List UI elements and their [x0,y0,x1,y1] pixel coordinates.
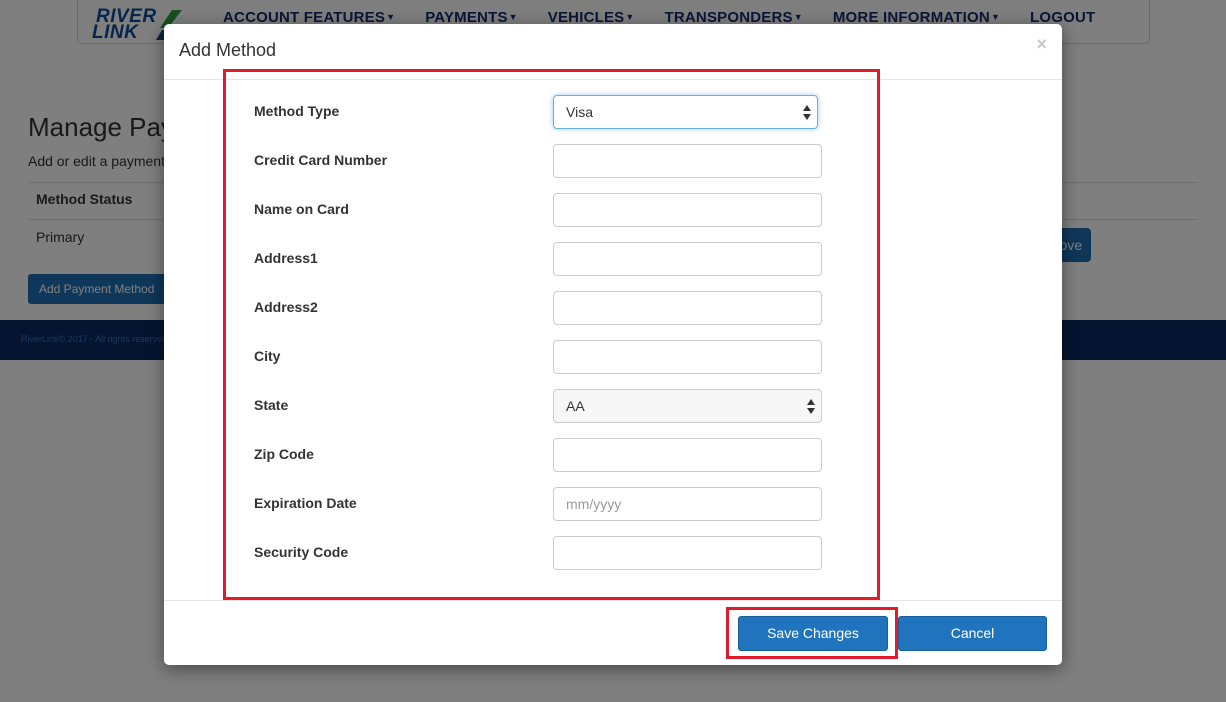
add-method-modal: Add Method × Method Type Visa Credit Car… [164,24,1062,665]
zip-code-input[interactable] [553,438,822,472]
security-code-label: Security Code [254,544,349,560]
modal-title: Add Method [179,40,277,60]
card-number-label: Credit Card Number [254,152,388,168]
address2-input[interactable] [553,291,822,325]
save-changes-button[interactable]: Save Changes [738,616,888,651]
city-label: City [254,348,281,364]
field-row-security-code: Security Code [254,536,824,570]
field-row-expiration: Expiration Date mm/yyyy [254,487,824,521]
state-label: State [254,397,289,413]
state-value: AA [566,398,585,414]
name-on-card-label: Name on Card [254,201,349,217]
select-arrows-icon [803,105,811,121]
card-number-input[interactable] [553,144,822,178]
expiration-date-input[interactable]: mm/yyyy [553,487,822,521]
field-row-address1: Address1 [254,242,824,276]
field-row-name-on-card: Name on Card [254,193,824,227]
field-row-card-number: Credit Card Number [254,144,824,178]
address1-label: Address1 [254,250,318,266]
select-arrows-icon [807,399,815,415]
field-row-method-type: Method Type Visa [254,95,824,129]
field-row-city: City [254,340,824,374]
address2-label: Address2 [254,299,318,315]
state-select[interactable]: AA [553,389,822,423]
field-row-address2: Address2 [254,291,824,325]
close-icon[interactable]: × [1036,34,1047,55]
name-on-card-input[interactable] [553,193,822,227]
field-row-zip: Zip Code [254,438,824,472]
modal-footer-divider [164,600,1062,601]
method-type-value: Visa [566,104,593,120]
address1-input[interactable] [553,242,822,276]
cancel-button[interactable]: Cancel [898,616,1047,651]
security-code-input[interactable] [553,536,822,570]
zip-code-label: Zip Code [254,446,314,462]
method-type-label: Method Type [254,103,340,119]
expiration-date-label: Expiration Date [254,495,357,511]
method-type-select[interactable]: Visa [553,95,818,129]
city-input[interactable] [553,340,822,374]
field-row-state: State AA [254,389,824,423]
